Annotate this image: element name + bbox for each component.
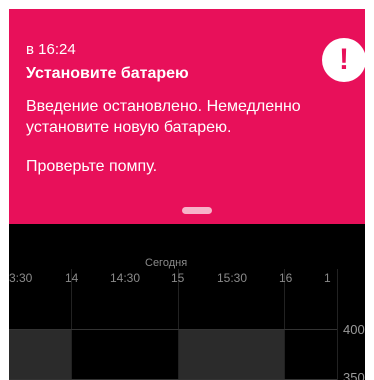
exclamation-icon: ! [322,38,365,82]
battery-alert-notification[interactable]: в 16:24 Установите батарею Введение оста… [9,9,365,224]
alert-message: Введение остановлено. Немедленно установ… [26,98,301,136]
x-tick-label: 3:30 [9,271,33,285]
glucose-chart: Сегодня 3:30 14 14:30 15 15:30 16 1 400 … [9,224,365,380]
phone-screen: в 16:24 Установите батарею Введение оста… [9,9,365,380]
x-tick-label: 16 [279,271,293,285]
x-tick-label: 15:30 [217,271,248,285]
chart-day-label: Сегодня [145,257,188,269]
alert-action-text: Проверьте помпу. [26,158,158,175]
alert-title: Установите батарею [26,65,189,82]
chart-range-block [178,329,284,380]
y-tick-label: 350 [343,370,365,380]
chart-gridline [337,269,338,380]
x-tick-label: 14:30 [110,271,141,285]
chart-range-block [9,329,71,380]
alert-time: в 16:24 [26,41,76,58]
y-tick-label: 400 [343,322,365,337]
chart-grid-line-400 [9,329,337,330]
x-tick-label: 1 [324,271,331,285]
drag-handle[interactable] [182,207,212,214]
chart-gridline [284,269,285,380]
chart-gridline [71,269,72,380]
chart-gridline [178,269,179,380]
x-tick-label: 15 [171,271,185,285]
x-tick-label: 14 [65,271,79,285]
